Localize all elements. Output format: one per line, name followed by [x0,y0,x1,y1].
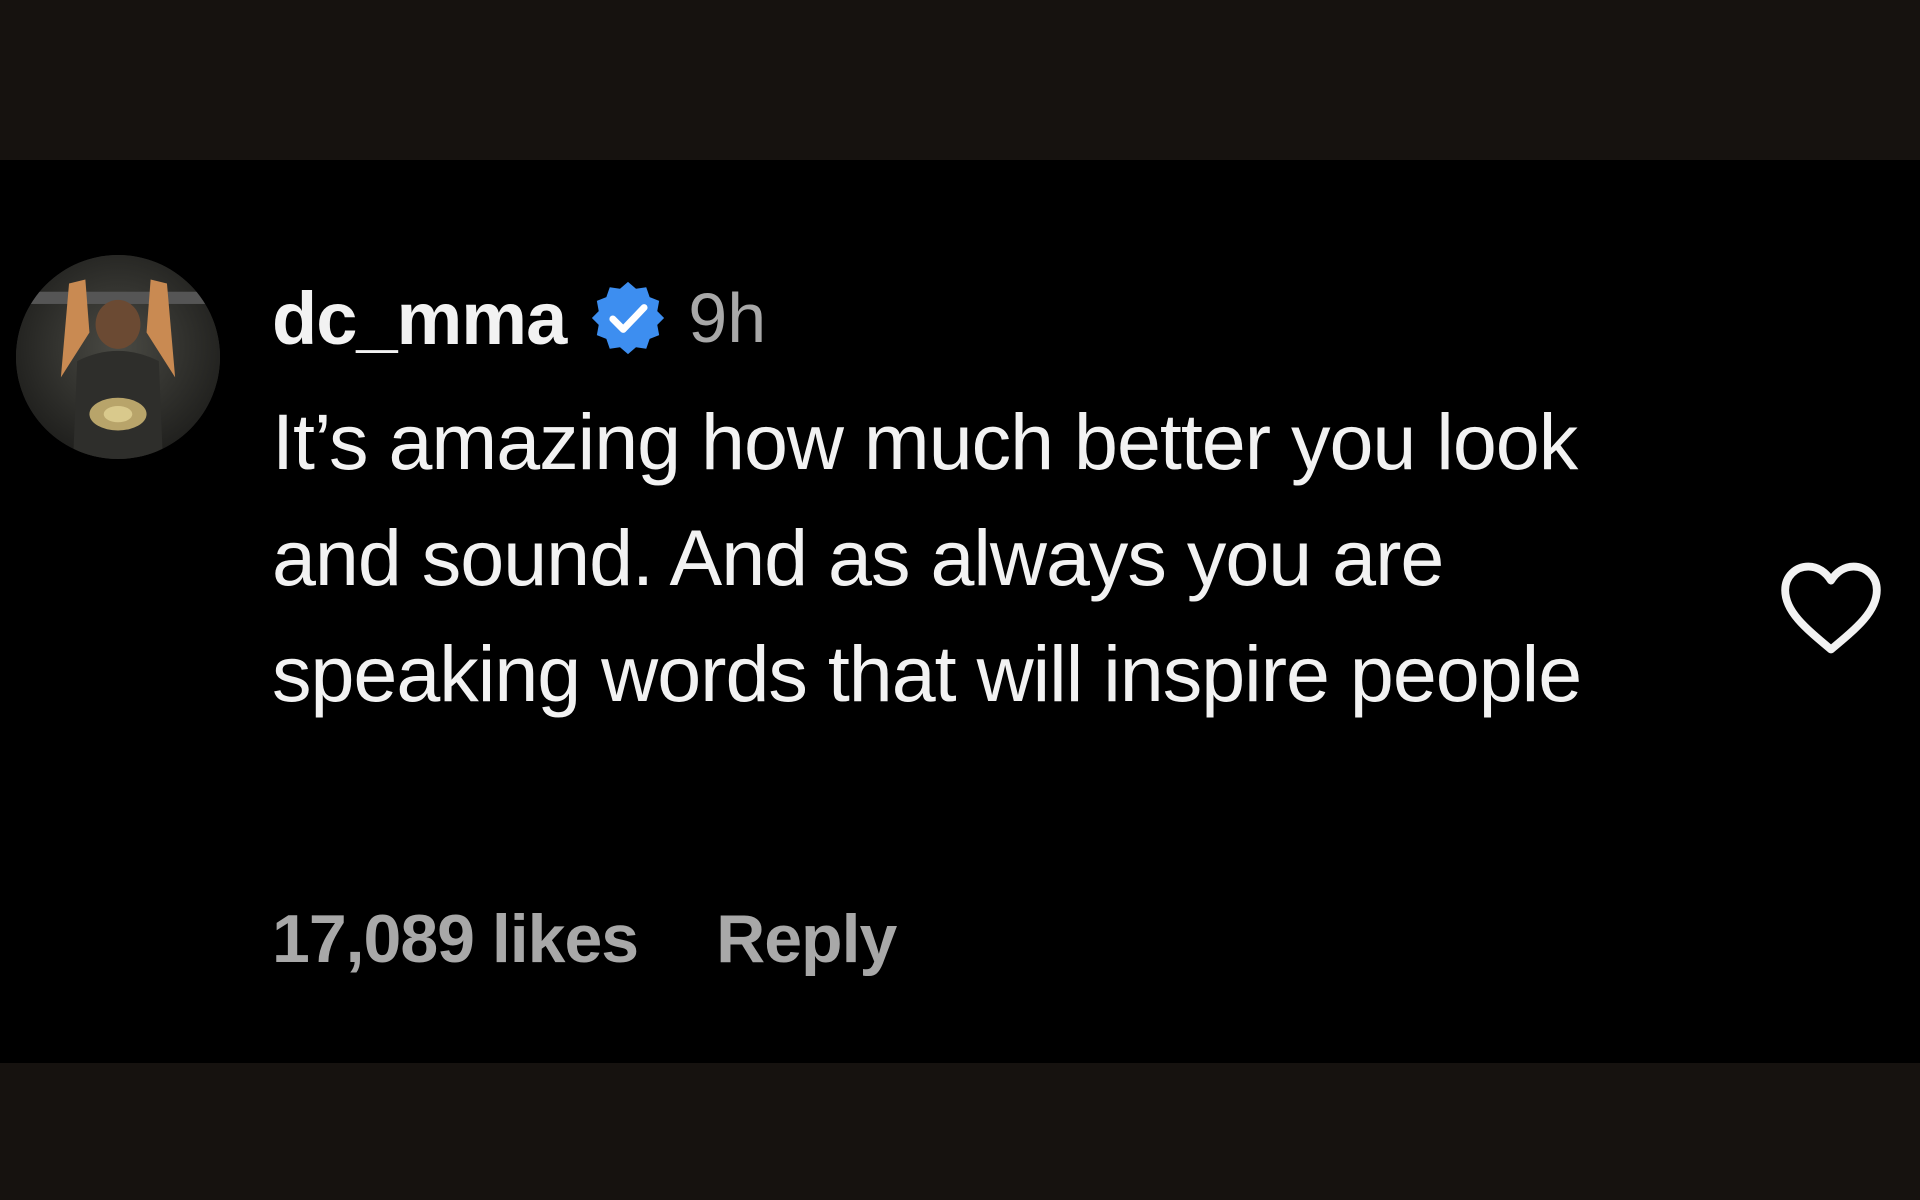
verified-badge-icon [590,280,666,356]
username[interactable]: dc_mma [272,276,567,361]
comment-header: dc_mma 9h [272,268,766,368]
likes-count[interactable]: 17,089 likes [272,900,639,978]
profile-photo-icon [16,255,220,459]
comment-text: It’s amazing how much better you look an… [272,397,1582,718]
screenshot-frame: dc_mma 9h It’s amazing how much better y… [0,0,1920,1200]
like-button[interactable] [1778,560,1884,656]
heart-outline-icon [1781,562,1881,654]
timestamp: 9h [688,279,767,357]
avatar[interactable] [16,255,220,459]
reply-button[interactable]: Reply [716,900,897,978]
comment-actions: 17,089 likes Reply [272,900,897,978]
